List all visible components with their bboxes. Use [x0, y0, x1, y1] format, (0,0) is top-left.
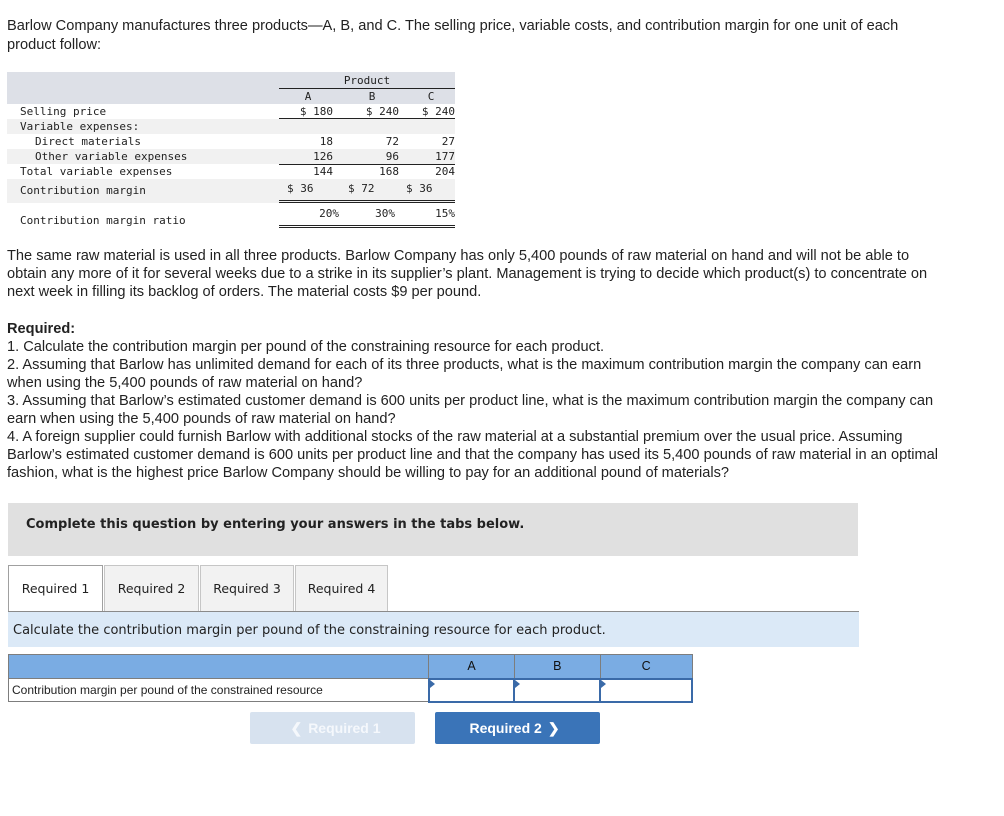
cell-a: 126	[313, 150, 333, 163]
answer-input-b[interactable]	[515, 680, 600, 700]
cell-b: 168	[379, 165, 399, 178]
problem-intro: Barlow Company manufactures three produc…	[7, 18, 899, 53]
cell-a: $ 36	[287, 182, 314, 195]
row-label: Variable expenses:	[20, 120, 140, 133]
row-label: Other variable expenses	[35, 150, 188, 163]
cell-c: $ 240	[421, 105, 455, 118]
chevron-right-icon: ❯	[547, 720, 560, 736]
column-header-c: C	[599, 654, 693, 679]
table-row-direct-materials: Direct materials 18 72 27	[7, 134, 455, 149]
table-row-selling-price: Selling price $ 180 $ 240 $ 240	[7, 104, 455, 119]
header-blank	[7, 654, 430, 679]
column-header-a: A	[428, 654, 515, 679]
tab-prompt: Calculate the contribution margin per po…	[8, 612, 859, 647]
table-row-contribution-margin-ratio: Contribution margin ratio 20% 30% 15%	[7, 203, 455, 229]
cell-b: 72	[385, 135, 399, 148]
table-row-contribution-margin: Contribution margin $ 36 $ 72 $ 36	[7, 179, 455, 203]
answer-cell-c[interactable]	[599, 677, 693, 703]
cell-b: 30%	[375, 207, 395, 220]
cell-b: 96	[385, 150, 399, 163]
tab-required-1[interactable]: Required 1	[8, 565, 103, 613]
product-data-table: Product A B C Selling price $ 180 $ 240 …	[7, 72, 455, 229]
row-label: Total variable expenses	[20, 165, 173, 178]
input-marker-icon	[515, 679, 521, 688]
double-underline	[279, 225, 455, 228]
answer-table-header: A B C	[7, 654, 693, 679]
required-item-1: 1. Calculate the contribution margin per…	[7, 339, 605, 355]
prev-button-label: Required 1	[308, 720, 381, 736]
next-button-label: Required 2	[469, 720, 542, 736]
answer-cell-b[interactable]	[513, 677, 602, 703]
tab-required-4[interactable]: Required 4	[295, 565, 388, 612]
answer-row: Contribution margin per pound of the con…	[7, 677, 693, 703]
required-item-2: 2. Assuming that Barlow has unlimited de…	[7, 357, 922, 391]
tab-required-3[interactable]: Required 3	[200, 565, 294, 612]
cell-b: $ 72	[348, 182, 375, 195]
table-row-other-variable-expenses: Other variable expenses 126 96 177	[7, 149, 455, 165]
answer-input-a[interactable]	[429, 680, 514, 700]
tab-required-2[interactable]: Required 2	[104, 565, 199, 612]
required-title: Required:	[7, 321, 76, 337]
cell-c: 177	[435, 150, 455, 163]
cell-a: 20%	[319, 207, 339, 220]
table-row-variable-expenses: Variable expenses:	[7, 119, 455, 134]
row-label: Selling price	[20, 105, 107, 118]
table-header: Product A B C	[7, 72, 455, 104]
row-label: Contribution margin ratio	[20, 214, 186, 227]
column-header-a: A	[304, 90, 312, 103]
cell-c: 27	[441, 135, 455, 148]
tab-bar: Required 1 Required 2 Required 3 Require…	[8, 565, 858, 613]
scenario-text: The same raw material is used in all thr…	[7, 248, 928, 300]
answer-cell-a[interactable]	[427, 677, 516, 703]
column-header-b: B	[368, 90, 376, 103]
input-marker-icon	[601, 679, 607, 688]
next-required-button[interactable]: Required 2 ❯	[435, 712, 600, 744]
column-header-c: C	[427, 90, 435, 103]
required-item-3: 3. Assuming that Barlow’s estimated cust…	[7, 393, 934, 427]
cell-c: 204	[435, 165, 455, 178]
cell-a: $ 180	[299, 105, 333, 118]
product-group-header: Product	[279, 74, 455, 89]
prev-required-button[interactable]: ❮ Required 1	[250, 712, 415, 744]
answer-input-c[interactable]	[601, 680, 691, 700]
cell-a: 18	[319, 135, 333, 148]
cell-b: $ 240	[365, 105, 399, 118]
required-item-4: 4. A foreign supplier could furnish Barl…	[7, 429, 939, 481]
answer-row-label: Contribution margin per pound of the con…	[7, 678, 430, 702]
chevron-left-icon: ❮	[290, 720, 303, 736]
row-label: Direct materials	[35, 135, 141, 148]
instructions-banner: Complete this question by entering your …	[8, 503, 858, 556]
answer-table: A B C Contribution margin per pound of t…	[7, 654, 693, 703]
cell-c: 15%	[435, 207, 455, 220]
input-marker-icon	[429, 679, 435, 688]
table-row-total-variable-expenses: Total variable expenses 144 168 204	[7, 164, 455, 180]
cell-a: 144	[313, 165, 333, 178]
required-section: Required: 1. Calculate the contribution …	[7, 320, 952, 482]
cell-c: $ 36	[406, 182, 433, 195]
column-header-b: B	[513, 654, 601, 679]
row-label: Contribution margin	[20, 184, 146, 197]
